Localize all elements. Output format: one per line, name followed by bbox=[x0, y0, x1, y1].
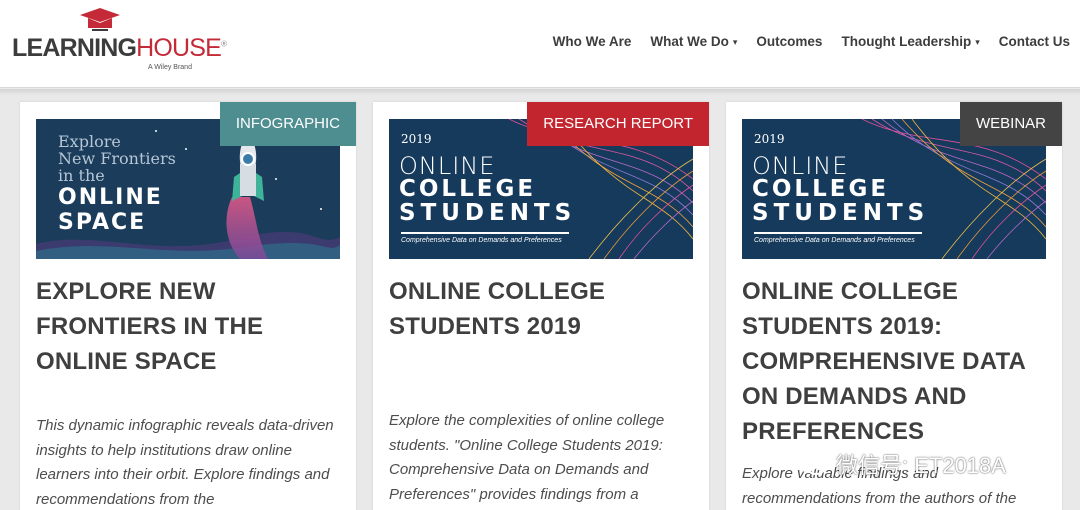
image-text: STUDENTS bbox=[399, 200, 577, 226]
watermark-text: 微信号: ET2018A bbox=[836, 453, 1006, 478]
image-text: ONLINE bbox=[58, 185, 163, 210]
graduation-cap-icon bbox=[80, 8, 120, 31]
card-title[interactable]: ONLINE COLLEGE STUDENTS 2019 bbox=[389, 274, 699, 344]
image-text: COLLEGE bbox=[399, 176, 537, 202]
image-text: STUDENTS bbox=[752, 200, 930, 226]
image-text: SPACE bbox=[58, 210, 147, 235]
wechat-icon bbox=[795, 452, 826, 475]
wechat-watermark: 微信号: ET2018A bbox=[794, 448, 1006, 480]
image-text: 2019 bbox=[754, 132, 785, 146]
header-shadow bbox=[0, 89, 1080, 95]
card-title[interactable]: EXPLORE NEW FRONTIERS IN THE ONLINE SPAC… bbox=[36, 274, 346, 379]
learninghouse-logo[interactable]: LEARNINGHOUSE® A Wiley Brand bbox=[12, 8, 227, 72]
card-title[interactable]: ONLINE COLLEGE STUDENTS 2019: COMPREHENS… bbox=[742, 274, 1052, 449]
resource-card-research-report[interactable]: 2019 ONLINE COLLEGE STUDENTS Comprehensi… bbox=[373, 102, 709, 510]
image-text: Explore bbox=[58, 132, 121, 151]
nav-thought-leadership[interactable]: Thought Leadership ▾ bbox=[841, 34, 979, 49]
image-text: 2019 bbox=[401, 132, 432, 146]
logo-tagline: A Wiley Brand bbox=[148, 64, 192, 71]
chevron-down-icon: ▾ bbox=[732, 37, 738, 47]
site-header: LEARNINGHOUSE® A Wiley Brand Who We Are … bbox=[0, 0, 1080, 88]
content-type-badge: WEBINAR bbox=[959, 102, 1062, 146]
image-text: Comprehensive Data on Demands and Prefer… bbox=[401, 237, 562, 244]
content-type-badge: INFOGRAPHIC bbox=[219, 102, 356, 146]
image-divider bbox=[401, 232, 569, 234]
card-description: Explore the complexities of online colle… bbox=[389, 412, 665, 503]
image-text: Comprehensive Data on Demands and Prefer… bbox=[754, 237, 915, 244]
resource-card-infographic[interactable]: Explore New Frontiers in the ONLINE SPAC… bbox=[20, 102, 356, 510]
image-text: COLLEGE bbox=[752, 176, 890, 202]
chevron-down-icon: ▾ bbox=[975, 37, 980, 47]
content-type-badge: RESEARCH REPORT bbox=[527, 102, 709, 146]
nav-who-we-are[interactable]: Who We Are bbox=[553, 34, 632, 49]
nav-outcomes[interactable]: Outcomes bbox=[756, 34, 822, 49]
image-divider bbox=[754, 232, 922, 234]
image-text: New Frontiers bbox=[58, 149, 176, 168]
image-text: in the bbox=[58, 166, 105, 185]
nav-contact-us[interactable]: Contact Us bbox=[999, 34, 1070, 49]
card-description: This dynamic infographic reveals data-dr… bbox=[36, 417, 334, 508]
main-nav: Who We Are What We Do ▾ Outcomes Thought … bbox=[534, 34, 1070, 49]
nav-what-we-do[interactable]: What We Do ▾ bbox=[650, 34, 737, 49]
logo-wordmark: LEARNINGHOUSE® bbox=[12, 34, 227, 62]
